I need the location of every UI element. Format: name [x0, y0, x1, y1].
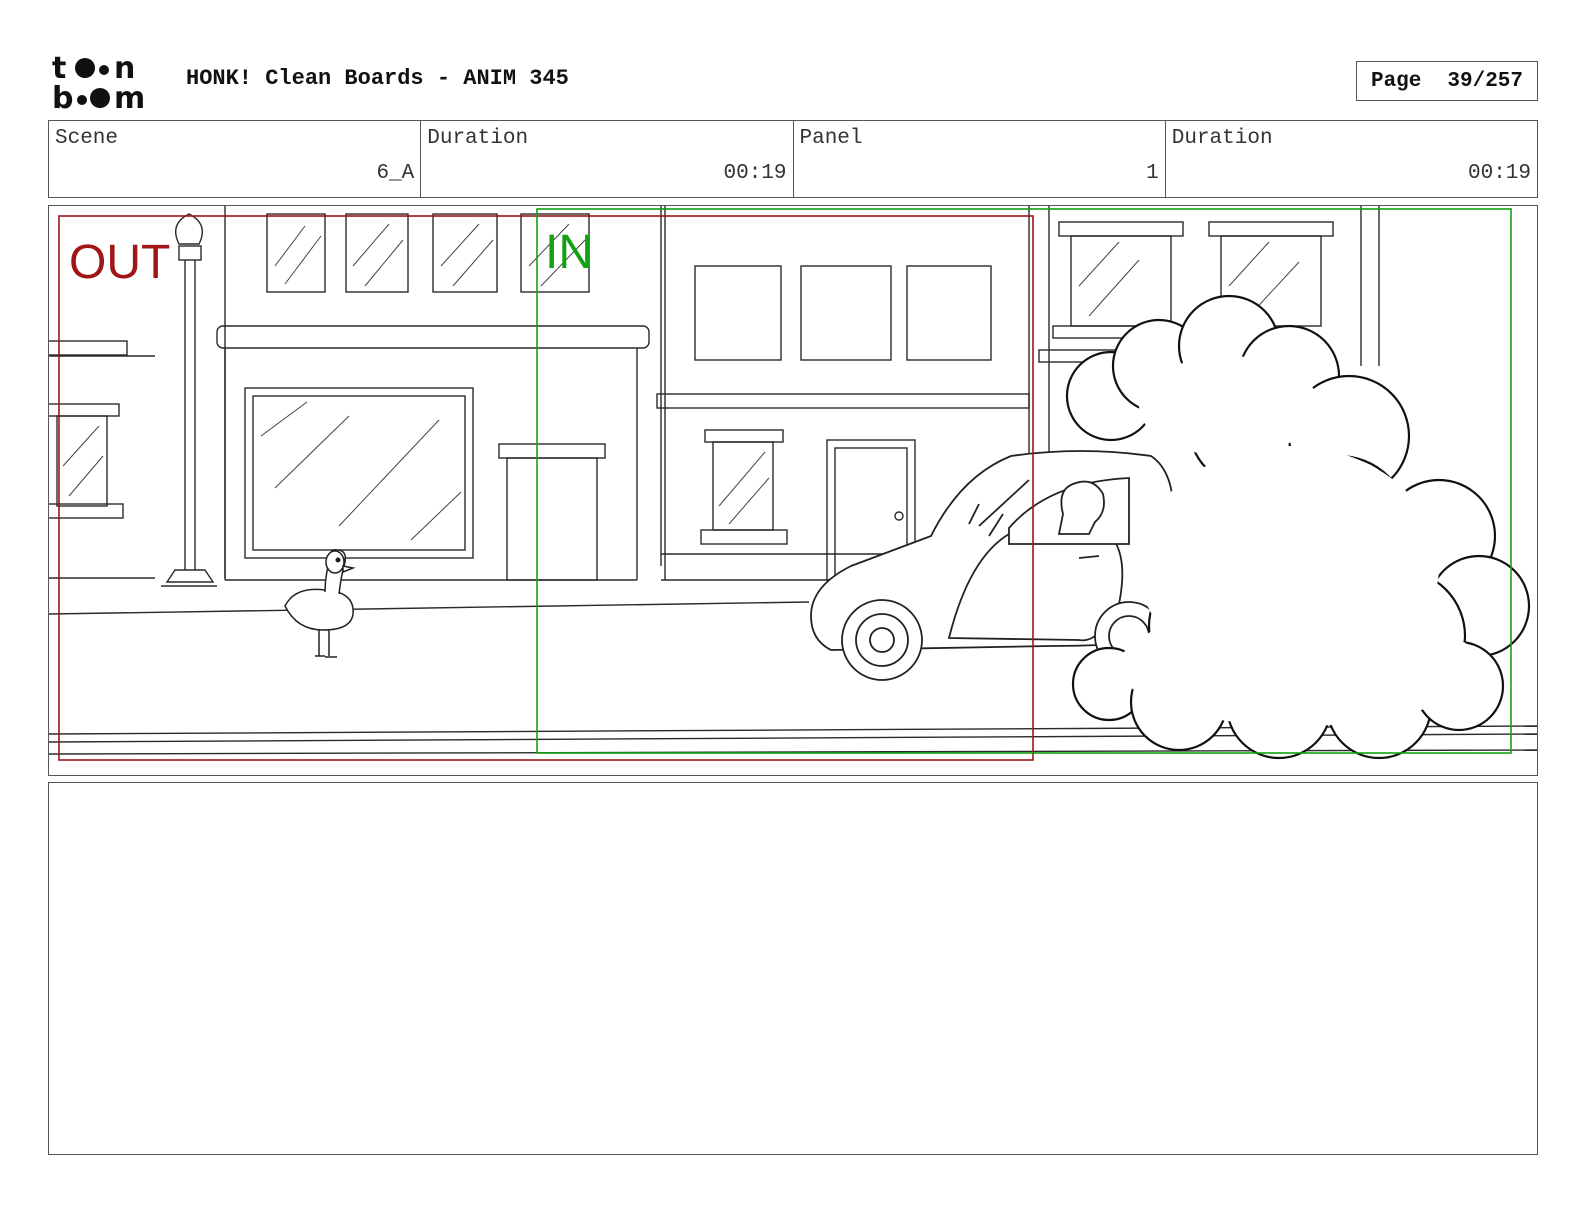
scene-info-table: Scene 6_A Duration 00:19 Panel 1 Duratio… — [48, 120, 1538, 198]
panel-notes-area — [48, 782, 1538, 1155]
scene-cell: Scene 6_A — [49, 121, 422, 197]
panel-cell: Panel 1 — [794, 121, 1166, 197]
page-label: Page — [1370, 69, 1422, 93]
goose-character — [284, 549, 356, 658]
scene-label: Scene — [55, 127, 119, 150]
svg-text:m: m — [114, 81, 145, 112]
panel-drawing: OUT IN — [49, 206, 1537, 761]
page-number: 39/257 — [1447, 69, 1524, 93]
out-frame-label: OUT — [69, 236, 170, 289]
panel-duration-label: Duration — [1171, 127, 1273, 150]
scene-duration-value: 00:19 — [723, 162, 787, 185]
panel-duration-cell: Duration 00:19 — [1166, 121, 1537, 197]
scene-duration-cell: Duration 00:19 — [421, 121, 794, 197]
svg-text:b: b — [52, 81, 73, 112]
toon-boom-logo: t n b m — [52, 52, 145, 112]
panel-value: 1 — [1146, 162, 1159, 185]
panel-label: Panel — [799, 127, 863, 150]
storyboard-panel: OUT IN — [48, 205, 1538, 776]
panel-duration-value: 00:19 — [1467, 162, 1531, 185]
page-indicator: Page 39/257 — [1356, 61, 1538, 101]
in-frame-label: IN — [545, 226, 593, 279]
scene-duration-label: Duration — [427, 127, 529, 150]
scene-value: 6_A — [376, 162, 415, 185]
document-title: HONK! Clean Boards - ANIM 345 — [186, 66, 569, 91]
